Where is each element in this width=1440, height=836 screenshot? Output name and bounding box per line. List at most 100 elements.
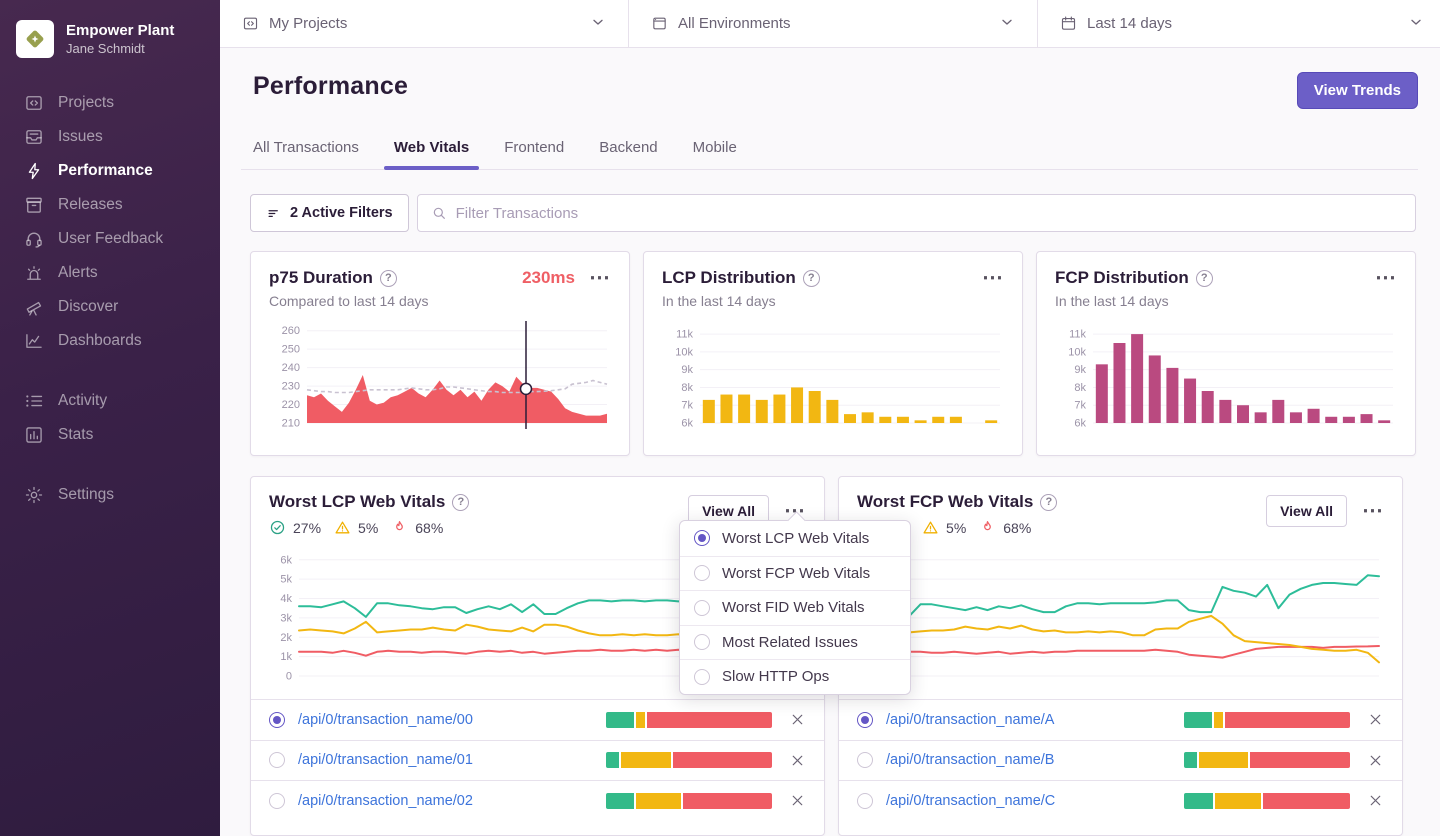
p75-value: 230ms (522, 268, 575, 288)
transaction-link[interactable]: /api/0/transaction_name/A (886, 712, 1054, 728)
worst-fcp-card: Worst FCP Web Vitals ? 27% 5% 68% (838, 476, 1403, 836)
help-icon[interactable]: ? (1040, 494, 1057, 511)
table-row: /api/0/transaction_name/C (839, 780, 1402, 821)
close-icon[interactable] (1367, 792, 1384, 809)
menu-item[interactable]: Most Related Issues (680, 625, 910, 660)
card-subtitle: Compared to last 14 days (269, 293, 611, 309)
transaction-link[interactable]: /api/0/transaction_name/B (886, 752, 1054, 768)
radio-button[interactable] (694, 565, 710, 581)
transaction-link[interactable]: /api/0/transaction_name/00 (298, 712, 473, 728)
radio-button[interactable] (857, 712, 873, 728)
tab-web-vitals[interactable]: Web Vitals (382, 131, 481, 169)
menu-item[interactable]: Worst LCP Web Vitals (680, 521, 910, 556)
sidebar-item-stats[interactable]: Stats (0, 418, 220, 452)
vitals-distribution-bar (606, 793, 772, 809)
table-row: /api/0/transaction_name/01 (251, 740, 824, 781)
radio-button[interactable] (694, 600, 710, 616)
transaction-link[interactable]: /api/0/transaction_name/01 (298, 752, 473, 768)
tab-backend[interactable]: Backend (587, 131, 669, 169)
svg-text:8k: 8k (1074, 382, 1086, 394)
transaction-list: /api/0/transaction_name/A/api/0/transact… (839, 699, 1402, 821)
svg-text:250: 250 (282, 344, 300, 356)
chevron-down-icon (590, 14, 606, 34)
view-trends-button[interactable]: View Trends (1297, 72, 1418, 109)
tab-mobile[interactable]: Mobile (681, 131, 749, 169)
close-icon[interactable] (789, 752, 806, 769)
summary-cards-row: p75 Duration ? 230ms ⋯ Compared to last … (250, 251, 1416, 456)
worst-fcp-chart: 6k5k4k3k2k1k0 (839, 536, 1402, 695)
project-filter-label: My Projects (269, 15, 580, 32)
page-header: Performance View Trends All Transactions… (220, 48, 1440, 170)
sidebar-item-releases[interactable]: Releases (0, 188, 220, 222)
menu-item[interactable]: Worst FCP Web Vitals (680, 556, 910, 591)
svg-text:9k: 9k (1074, 364, 1086, 376)
dashboard-icon (24, 331, 44, 351)
radio-button[interactable] (857, 793, 873, 809)
more-options-icon[interactable]: ⋯ (1362, 506, 1384, 516)
fcp-distribution-chart: 11k10k9k8k7k6k (1055, 317, 1397, 438)
svg-text:230: 230 (282, 381, 300, 393)
close-icon[interactable] (789, 711, 806, 728)
transaction-link[interactable]: /api/0/transaction_name/C (886, 793, 1055, 809)
date-range-dropdown[interactable]: Last 14 days (1038, 0, 1440, 47)
sidebar-item-settings[interactable]: Settings (0, 478, 220, 512)
help-icon[interactable]: ? (1196, 270, 1213, 287)
sidebar-item-issues[interactable]: Issues (0, 120, 220, 154)
check-circle-icon (269, 519, 286, 536)
radio-button[interactable] (269, 752, 285, 768)
sidebar-item-user-feedback[interactable]: User Feedback (0, 222, 220, 256)
project-filter-dropdown[interactable]: My Projects (220, 0, 629, 47)
siren-icon (24, 263, 44, 283)
radio-button[interactable] (694, 669, 710, 685)
table-row: /api/0/transaction_name/A (839, 699, 1402, 740)
org-switcher[interactable]: Empower Plant Jane Schmidt (0, 14, 220, 76)
sidebar-item-activity[interactable]: Activity (0, 384, 220, 418)
list-icon (24, 391, 44, 411)
menu-item[interactable]: Slow HTTP Ops (680, 659, 910, 694)
search-input[interactable] (456, 205, 1402, 222)
radio-button[interactable] (269, 793, 285, 809)
radio-button[interactable] (694, 634, 710, 650)
menu-item[interactable]: Worst FID Web Vitals (680, 590, 910, 625)
sidebar-nav-secondary: Activity Stats (0, 384, 220, 452)
org-name: Empower Plant (66, 22, 174, 41)
good-percent: 27% (293, 520, 321, 536)
close-icon[interactable] (789, 792, 806, 809)
close-icon[interactable] (1367, 711, 1384, 728)
headset-icon (24, 229, 44, 249)
radio-button[interactable] (694, 530, 710, 546)
transaction-link[interactable]: /api/0/transaction_name/02 (298, 793, 473, 809)
sidebar-item-projects[interactable]: Projects (0, 86, 220, 120)
warning-triangle-icon (922, 519, 939, 536)
help-icon[interactable]: ? (452, 494, 469, 511)
help-icon[interactable]: ? (803, 270, 820, 287)
svg-text:4k: 4k (280, 593, 292, 605)
global-filter-bar: My Projects All Environments Last 14 day… (220, 0, 1440, 48)
sidebar-item-performance[interactable]: Performance (0, 154, 220, 188)
radio-button[interactable] (269, 712, 285, 728)
tab-frontend[interactable]: Frontend (492, 131, 576, 169)
more-options-icon[interactable]: ⋯ (982, 273, 1004, 283)
help-icon[interactable]: ? (380, 270, 397, 287)
radio-button[interactable] (857, 752, 873, 768)
sidebar-item-discover[interactable]: Discover (0, 290, 220, 324)
close-icon[interactable] (1367, 752, 1384, 769)
svg-text:6k: 6k (681, 418, 693, 430)
active-filters-button[interactable]: 2 Active Filters (250, 194, 409, 232)
more-options-icon[interactable]: ⋯ (1375, 273, 1397, 283)
svg-text:0: 0 (286, 671, 292, 683)
tab-all-transactions[interactable]: All Transactions (241, 131, 371, 169)
svg-text:10k: 10k (675, 346, 693, 358)
sidebar-item-dashboards[interactable]: Dashboards (0, 324, 220, 358)
chevron-down-icon (1408, 14, 1424, 34)
more-options-icon[interactable]: ⋯ (589, 273, 611, 283)
menu-item-label: Worst FID Web Vitals (722, 599, 865, 616)
environment-filter-dropdown[interactable]: All Environments (629, 0, 1038, 47)
org-logo (16, 20, 54, 58)
fcp-distribution-card: FCP Distribution ? ⋯ In the last 14 days… (1036, 251, 1416, 456)
card-title: Worst FCP Web Vitals (857, 492, 1033, 512)
view-all-button[interactable]: View All (1266, 495, 1347, 527)
vitals-distribution-bar (1184, 752, 1350, 768)
app-root: Empower Plant Jane Schmidt Projects Issu… (0, 0, 1440, 836)
sidebar-item-alerts[interactable]: Alerts (0, 256, 220, 290)
